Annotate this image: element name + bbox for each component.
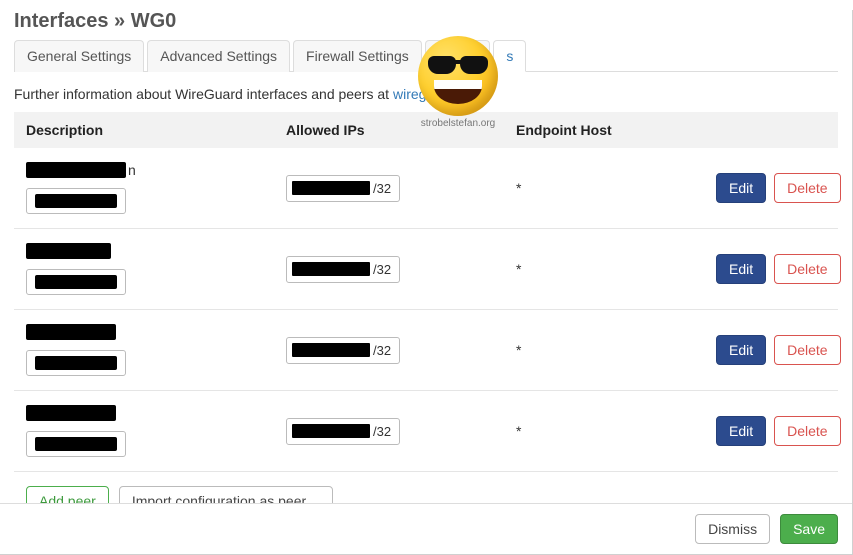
redacted-text bbox=[35, 275, 117, 289]
redacted-text bbox=[292, 181, 370, 195]
tab-firewall-settings[interactable]: Firewall Settings bbox=[293, 40, 422, 72]
delete-button[interactable]: Delete bbox=[774, 416, 840, 446]
table-row: /32 * Edit Delete bbox=[14, 310, 838, 391]
col-description: Description bbox=[26, 122, 286, 138]
ip-suffix: /32 bbox=[373, 424, 391, 439]
peer-description bbox=[26, 243, 286, 295]
delete-button[interactable]: Delete bbox=[774, 335, 840, 365]
peer-description: n bbox=[26, 162, 286, 214]
ip-suffix: /32 bbox=[373, 262, 391, 277]
redacted-text bbox=[35, 437, 117, 451]
redacted-text bbox=[26, 324, 116, 340]
allowed-ip-chip[interactable]: /32 bbox=[286, 256, 400, 283]
endpoint-host: * bbox=[516, 180, 716, 196]
peer-desc-visible: n bbox=[128, 162, 136, 178]
tab-peers[interactable]: s bbox=[493, 40, 526, 72]
peer-key-box[interactable] bbox=[26, 431, 126, 457]
redacted-text bbox=[26, 243, 111, 259]
peer-key-box[interactable] bbox=[26, 188, 126, 214]
tab-advanced-settings[interactable]: Advanced Settings bbox=[147, 40, 290, 72]
allowed-ip-chip[interactable]: /32 bbox=[286, 418, 400, 445]
delete-button[interactable]: Delete bbox=[774, 254, 840, 284]
redacted-text bbox=[26, 162, 126, 178]
peers-table: Description Allowed IPs Endpoint Host n … bbox=[14, 112, 838, 472]
tabbar: General Settings Advanced Settings Firew… bbox=[14, 39, 838, 72]
table-row: /32 * Edit Delete bbox=[14, 229, 838, 310]
info-text: Further information about WireGuard inte… bbox=[14, 86, 838, 102]
info-text-content: Further information about WireGuard inte… bbox=[14, 86, 393, 102]
edit-button[interactable]: Edit bbox=[716, 335, 766, 365]
peer-key-box[interactable] bbox=[26, 350, 126, 376]
page-title: Interfaces » WG0 bbox=[14, 10, 838, 33]
redacted-text bbox=[292, 343, 370, 357]
wireguard-link[interactable]: wiregua bbox=[393, 86, 442, 102]
tab-general-settings[interactable]: General Settings bbox=[14, 40, 144, 72]
endpoint-host: * bbox=[516, 423, 716, 439]
edit-button[interactable]: Edit bbox=[716, 254, 766, 284]
allowed-ip-chip[interactable]: /32 bbox=[286, 175, 400, 202]
endpoint-host: * bbox=[516, 261, 716, 277]
peer-description bbox=[26, 405, 286, 457]
redacted-text bbox=[292, 424, 370, 438]
table-header: Description Allowed IPs Endpoint Host bbox=[14, 112, 838, 148]
endpoint-host: * bbox=[516, 342, 716, 358]
dialog-footer: Dismiss Save bbox=[0, 503, 852, 554]
peer-key-box[interactable] bbox=[26, 269, 126, 295]
ip-suffix: /32 bbox=[373, 343, 391, 358]
save-button[interactable]: Save bbox=[780, 514, 838, 544]
redacted-text bbox=[292, 262, 370, 276]
redacted-text bbox=[35, 356, 117, 370]
table-row: n /32 * Edit Delete bbox=[14, 148, 838, 229]
edit-button[interactable]: Edit bbox=[716, 416, 766, 446]
dismiss-button[interactable]: Dismiss bbox=[695, 514, 770, 544]
col-endpoint-host: Endpoint Host bbox=[516, 122, 716, 138]
delete-button[interactable]: Delete bbox=[774, 173, 840, 203]
allowed-ip-chip[interactable]: /32 bbox=[286, 337, 400, 364]
tab-dhcp[interactable]: DHCP bbox=[425, 40, 491, 72]
edit-button[interactable]: Edit bbox=[716, 173, 766, 203]
peer-description bbox=[26, 324, 286, 376]
table-row: /32 * Edit Delete bbox=[14, 391, 838, 472]
redacted-text bbox=[26, 405, 116, 421]
ip-suffix: /32 bbox=[373, 181, 391, 196]
redacted-text bbox=[35, 194, 117, 208]
col-allowed-ips: Allowed IPs bbox=[286, 122, 516, 138]
